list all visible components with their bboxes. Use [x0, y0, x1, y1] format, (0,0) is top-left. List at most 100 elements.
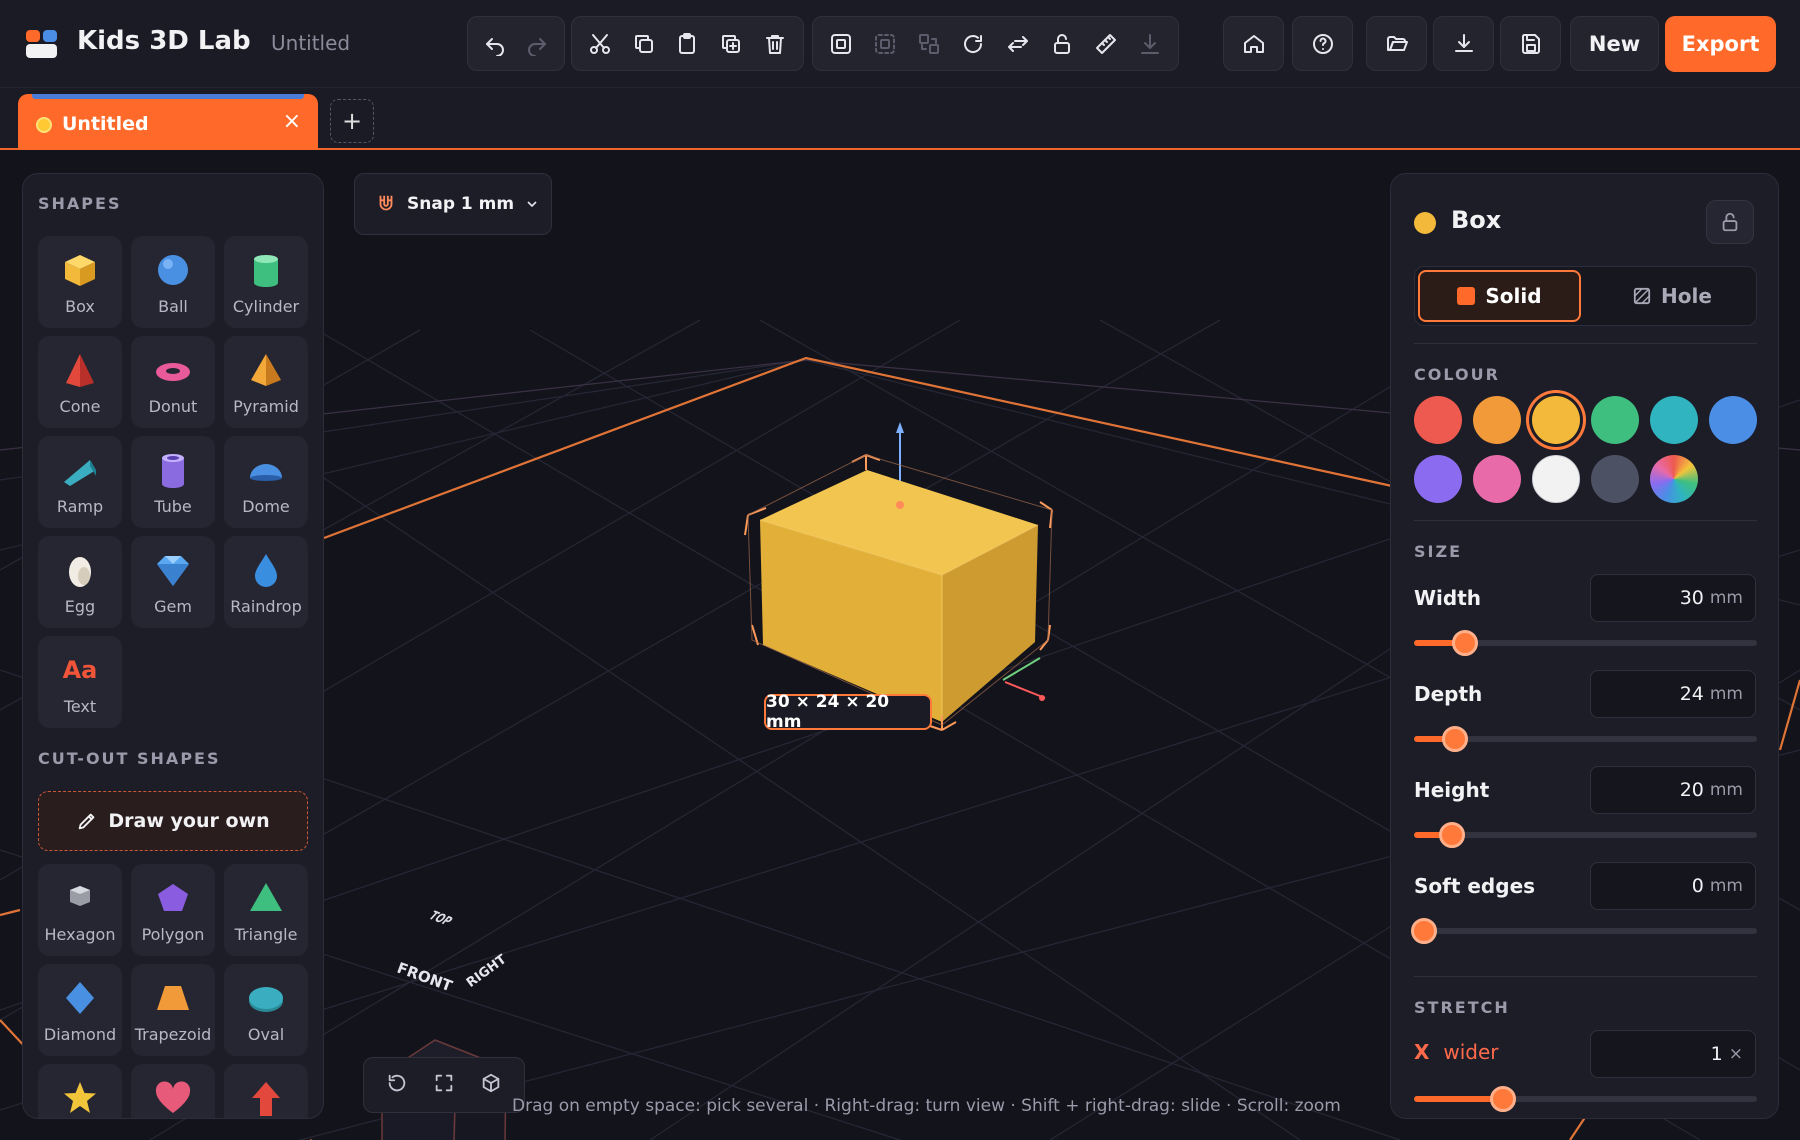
redo-icon[interactable]: [516, 21, 558, 66]
shape-cylinder[interactable]: Cylinder: [224, 236, 308, 328]
duplicate-icon[interactable]: [709, 21, 753, 66]
perspective-icon[interactable]: [480, 1072, 502, 1098]
add-tab-button[interactable]: +: [330, 99, 374, 143]
home-icon[interactable]: [1223, 16, 1284, 71]
slider-knob[interactable]: [1490, 1086, 1517, 1112]
cutout-polygon[interactable]: Polygon: [131, 864, 215, 956]
document-name[interactable]: Untitled: [271, 31, 350, 55]
object-name[interactable]: Box: [1451, 206, 1501, 234]
shape-text[interactable]: Aa Text: [38, 636, 122, 728]
unsaved-dot-icon: [36, 117, 52, 133]
cutout-trapezoid[interactable]: Trapezoid: [131, 964, 215, 1056]
soft-edges-slider[interactable]: [1411, 918, 1757, 944]
shape-ball[interactable]: Ball: [131, 236, 215, 328]
shape-label: Polygon: [141, 925, 205, 944]
shape-raindrop[interactable]: Raindrop: [224, 536, 308, 628]
ruler-icon[interactable]: [1084, 21, 1128, 66]
width-slider[interactable]: [1414, 630, 1757, 656]
colour-swatch[interactable]: [1532, 396, 1580, 444]
shape-pyramid[interactable]: Pyramid: [224, 336, 308, 428]
polygon-icon: [158, 884, 188, 911]
stretch-axis: X: [1414, 1040, 1430, 1064]
help-icon[interactable]: [1292, 16, 1353, 71]
align-icon[interactable]: [907, 21, 951, 66]
colour-swatch[interactable]: [1591, 455, 1639, 503]
shape-tube[interactable]: Tube: [131, 436, 215, 528]
shape-gem[interactable]: Gem: [131, 536, 215, 628]
export-button[interactable]: Export: [1665, 16, 1776, 72]
rotate-icon[interactable]: [951, 21, 995, 66]
colour-swatch[interactable]: [1414, 455, 1462, 503]
cutout-oval[interactable]: Oval: [224, 964, 308, 1056]
shape-dome[interactable]: Dome: [224, 436, 308, 528]
depth-input[interactable]: 24 mm: [1590, 670, 1756, 718]
depth-slider[interactable]: [1414, 726, 1757, 752]
width-input[interactable]: 30 mm: [1590, 574, 1756, 622]
snap-dropdown[interactable]: Snap 1 mm: [354, 173, 552, 235]
paste-icon[interactable]: [666, 21, 710, 66]
colour-swatch[interactable]: [1473, 396, 1521, 444]
colour-swatch[interactable]: [1591, 396, 1639, 444]
close-tab-icon[interactable]: ×: [283, 109, 301, 134]
flip-icon[interactable]: [996, 21, 1040, 66]
soft-edges-input[interactable]: 0 mm: [1590, 862, 1756, 910]
shape-cone[interactable]: Cone: [38, 336, 122, 428]
cutout-diamond[interactable]: Diamond: [38, 964, 122, 1056]
cutout-triangle[interactable]: Triangle: [224, 864, 308, 956]
oval-icon: [249, 987, 283, 1012]
reset-view-icon[interactable]: [386, 1072, 408, 1098]
group-icon[interactable]: [819, 21, 863, 66]
slider-knob[interactable]: [1438, 822, 1465, 848]
drop-to-floor-icon[interactable]: [1128, 21, 1172, 66]
cutout-arrow[interactable]: [224, 1064, 308, 1118]
undo-icon[interactable]: [474, 21, 516, 66]
hole-option[interactable]: Hole: [1591, 270, 1754, 322]
cutout-star[interactable]: [38, 1064, 122, 1118]
colour-swatch[interactable]: [1414, 396, 1462, 444]
custom-colour-swatch[interactable]: [1650, 455, 1698, 503]
document-tab[interactable]: Untitled ×: [18, 94, 318, 150]
slider-knob[interactable]: [1452, 630, 1479, 656]
shape-ramp[interactable]: Ramp: [38, 436, 122, 528]
fit-view-icon[interactable]: [433, 1072, 455, 1098]
unlock-icon[interactable]: [1040, 21, 1084, 66]
hole-label: Hole: [1661, 284, 1712, 308]
stretch-x-input[interactable]: 1 ×: [1590, 1030, 1756, 1078]
new-button[interactable]: New: [1570, 16, 1659, 71]
open-folder-icon[interactable]: [1366, 16, 1427, 71]
cut-icon[interactable]: [578, 21, 622, 66]
divider: [1414, 976, 1757, 977]
copy-icon[interactable]: [622, 21, 666, 66]
slider-knob[interactable]: [1442, 726, 1469, 752]
stretch-x-slider[interactable]: [1414, 1086, 1757, 1112]
shape-box[interactable]: Box: [38, 236, 122, 328]
slider-knob[interactable]: [1411, 918, 1438, 944]
solid-hole-toggle: Solid Hole: [1414, 266, 1757, 326]
height-slider[interactable]: [1414, 822, 1757, 848]
height-input[interactable]: 20 mm: [1590, 766, 1756, 814]
lock-button[interactable]: [1706, 200, 1754, 244]
delete-icon[interactable]: [753, 21, 797, 66]
solid-option[interactable]: Solid: [1418, 270, 1581, 322]
cutout-heart[interactable]: [131, 1064, 215, 1118]
stretch-x-value: 1: [1710, 1043, 1723, 1065]
colour-swatch[interactable]: [1473, 455, 1521, 503]
history-toolbar-group: [467, 16, 565, 71]
draw-your-own-button[interactable]: Draw your own: [38, 791, 308, 851]
colour-swatch[interactable]: [1650, 396, 1698, 444]
raindrop-icon: [255, 554, 277, 587]
save-icon[interactable]: [1500, 16, 1561, 71]
app-logo-icon: [26, 30, 60, 58]
cone-icon: [66, 354, 94, 387]
ungroup-icon[interactable]: [863, 21, 907, 66]
colour-swatch[interactable]: [1709, 396, 1757, 444]
cutout-heading: CUT-OUT SHAPES: [38, 749, 221, 768]
colour-swatch[interactable]: [1532, 455, 1580, 503]
tab-label: Untitled: [62, 113, 149, 135]
tube-icon: [162, 454, 184, 488]
shape-donut[interactable]: Donut: [131, 336, 215, 428]
download-icon[interactable]: [1433, 16, 1494, 71]
cutout-hexagon[interactable]: Hexagon: [38, 864, 122, 956]
chevron-down-icon: [527, 201, 537, 208]
shape-egg[interactable]: Egg: [38, 536, 122, 628]
